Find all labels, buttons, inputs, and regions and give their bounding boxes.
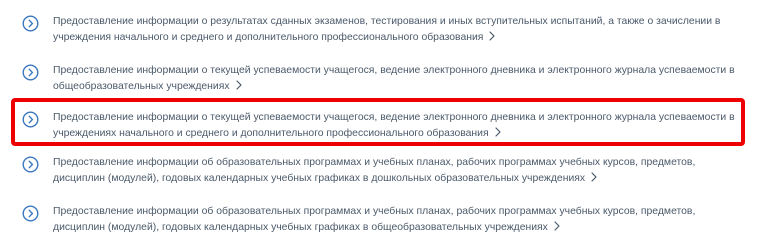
service-text[interactable]: Предоставление информации об образовател… (53, 206, 695, 233)
service-link[interactable]: Предоставление информации о текущей успе… (53, 110, 743, 141)
chevron-circle-icon[interactable] (22, 111, 39, 128)
chevron-right-icon (495, 126, 501, 137)
service-item[interactable]: Предоставление информации об образовател… (22, 205, 742, 237)
service-text[interactable]: Предоставление информации об образовател… (53, 157, 695, 184)
service-item[interactable]: Предоставление информации о результатах … (22, 15, 742, 47)
service-text[interactable]: Предоставление информации о результатах … (53, 16, 720, 43)
service-link[interactable]: Предоставление информации об образовател… (53, 204, 743, 235)
service-item[interactable]: Предоставление информации об образовател… (22, 156, 742, 188)
chevron-circle-icon[interactable] (22, 156, 39, 173)
service-item-highlighted[interactable]: Предоставление информации о текущей успе… (22, 111, 742, 143)
chevron-right-icon (591, 171, 597, 182)
service-text[interactable]: Предоставление информации о текущей успе… (53, 112, 735, 139)
service-link[interactable]: Предоставление информации о результатах … (53, 14, 743, 45)
chevron-right-icon (554, 220, 560, 231)
service-text[interactable]: Предоставление информации о текущей успе… (53, 65, 735, 92)
service-link[interactable]: Предоставление информации о текущей успе… (53, 63, 743, 94)
chevron-circle-icon[interactable] (22, 15, 39, 32)
chevron-circle-icon[interactable] (22, 205, 39, 222)
chevron-circle-icon[interactable] (22, 64, 39, 81)
service-link[interactable]: Предоставление информации об образовател… (53, 155, 743, 186)
service-list: Предоставление информации о результатах … (0, 0, 768, 245)
chevron-right-icon (235, 79, 242, 90)
service-item[interactable]: Предоставление информации о текущей успе… (22, 64, 742, 96)
chevron-right-icon (489, 30, 496, 41)
